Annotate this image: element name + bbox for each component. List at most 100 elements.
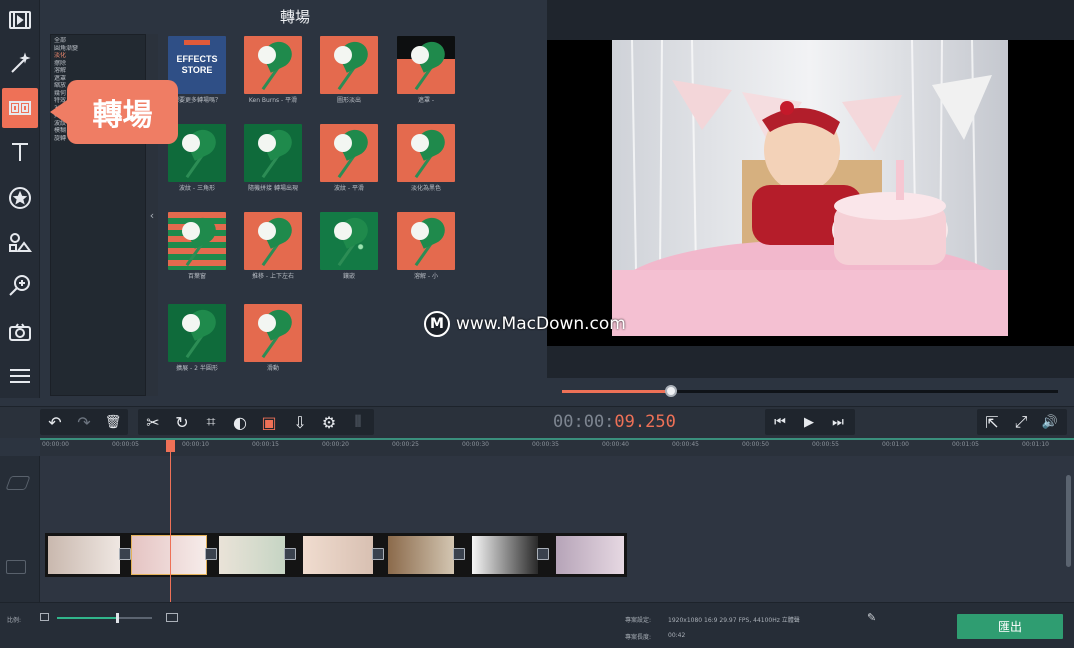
stickers-button[interactable] [2, 178, 38, 218]
next-button[interactable]: ⏭ [825, 411, 851, 433]
transition-tile[interactable] [244, 212, 302, 270]
film-import-icon [9, 11, 31, 29]
tile-flower [411, 222, 429, 240]
transition-slot-icon[interactable] [372, 548, 384, 560]
volume-button[interactable]: 🔊 [1037, 411, 1063, 433]
transition-label: 隨機拼接 轉場出現 [248, 185, 298, 192]
ruler-tick-label: 00:00:55 [812, 441, 839, 448]
video-track-icon[interactable] [6, 560, 26, 574]
video-clip[interactable] [388, 536, 454, 574]
transition-slot-icon[interactable] [284, 548, 296, 560]
crop-button[interactable]: ⌗ [198, 411, 224, 433]
bottom-bar [0, 602, 1074, 648]
video-clip[interactable] [303, 536, 373, 574]
transition-label: 溶解 - 小 [414, 273, 438, 280]
category-item[interactable]: 溶解 [51, 67, 145, 75]
overlay-track-icon[interactable] [5, 476, 31, 490]
transition-tile[interactable] [244, 36, 302, 94]
video-clip[interactable] [48, 536, 120, 574]
tile-flower [258, 314, 276, 332]
previous-button[interactable]: ⏮ [767, 411, 793, 433]
titles-button[interactable] [2, 132, 38, 172]
transition-tile[interactable] [244, 304, 302, 362]
scale-label: 比例: [7, 617, 22, 624]
category-item[interactable]: 擦除 [51, 60, 145, 68]
import-button[interactable] [2, 0, 38, 40]
zoom-out-icon[interactable] [40, 613, 49, 621]
tile-flower [258, 222, 276, 240]
capture-button[interactable] [2, 312, 38, 352]
edit-settings-icon[interactable]: ✎ [867, 611, 876, 624]
preview-scrub-fill [562, 390, 672, 393]
transitions-button[interactable] [2, 88, 38, 128]
export-button[interactable]: 匯出 [957, 614, 1063, 639]
cut-button[interactable]: ✂ [140, 411, 166, 433]
transition-tile[interactable] [320, 36, 378, 94]
video-clip[interactable] [219, 536, 285, 574]
transition-tile[interactable] [397, 212, 455, 270]
project-settings-value: 1920x1080 16:9 29.97 FPS, 44100Hz 立體聲 [668, 617, 800, 624]
transition-tile[interactable] [320, 124, 378, 182]
tile-flower [334, 222, 352, 240]
settings-button[interactable]: ⚙ [316, 411, 342, 433]
project-duration-label: 專案長度: [625, 634, 652, 641]
fullscreen-button[interactable]: ⤢ [1008, 411, 1034, 433]
ruler-tick-label: 00:01:10 [1022, 441, 1049, 448]
undo-button[interactable]: ↶ [42, 411, 68, 433]
shapes-icon [9, 233, 32, 252]
transition-slot-icon[interactable] [119, 548, 131, 560]
category-item[interactable]: 淡化 [51, 52, 145, 60]
category-item[interactable]: 圓角漸變 [51, 45, 145, 53]
transition-label: 推移 - 上下左右 [252, 273, 294, 280]
tile-flower [334, 46, 352, 64]
video-editor-window: 轉場 全部 圓角漸變 淡化 擦除 溶解 遮罩 縮放 幾何 特效 3D 其他 波紋 模糊 旋轉 ‹ EFFE… [0, 0, 1074, 648]
clip-thumbnail [303, 536, 373, 574]
preview-scrub-handle[interactable] [665, 385, 678, 397]
category-item[interactable]: 全部 [51, 37, 145, 45]
ruler-tick-label: 00:00:15 [252, 441, 279, 448]
ruler-tick-label: 00:00:20 [322, 441, 349, 448]
transition-slot-icon[interactable] [453, 548, 465, 560]
transition-tile[interactable] [320, 212, 378, 270]
color-adjust-button[interactable]: ◐ [227, 411, 253, 433]
play-button[interactable]: ▶ [796, 411, 822, 433]
timecode-elapsed-prefix: 00:00: [553, 412, 615, 432]
transition-tile[interactable] [244, 124, 302, 182]
video-clip[interactable] [556, 536, 624, 574]
more-button[interactable] [2, 356, 38, 396]
levels-button[interactable]: ⦀ [345, 411, 371, 433]
zoom-button[interactable] [2, 266, 38, 306]
ruler-tick-label: 00:00:00 [42, 441, 69, 448]
redo-button[interactable]: ↷ [71, 411, 97, 433]
video-clip[interactable] [131, 535, 207, 575]
transition-tile[interactable] [397, 36, 455, 94]
text-t-icon [12, 143, 28, 161]
filters-button[interactable] [2, 44, 38, 84]
track-headers [0, 456, 40, 602]
zoom-in-small-icon[interactable] [166, 613, 178, 622]
delete-button[interactable]: 🗑 [100, 411, 126, 433]
left-toolbar [0, 0, 40, 398]
tile-flower [334, 134, 352, 152]
rotate-button[interactable]: ↻ [169, 411, 195, 433]
transition-slot-icon[interactable] [205, 548, 217, 560]
transition-tile[interactable] [397, 124, 455, 182]
transition-slot-icon[interactable] [537, 548, 549, 560]
clip-properties-button[interactable]: ▣ [256, 411, 282, 433]
clip-thumbnail [219, 536, 285, 574]
audio-button[interactable]: ⇩ [287, 411, 313, 433]
playhead-handle[interactable] [166, 440, 175, 452]
transition-label: 圖形淡出 [336, 97, 361, 104]
ruler-tick-label: 00:00:30 [462, 441, 489, 448]
video-clip[interactable] [472, 536, 538, 574]
zoom-slider-handle[interactable] [115, 613, 119, 623]
popout-button[interactable]: ⇱ [979, 411, 1005, 433]
project-settings-label: 專案設定: [625, 617, 652, 624]
timeline-scrollbar[interactable] [1066, 475, 1071, 567]
magic-wand-icon [11, 52, 31, 73]
baby-birthday-photo [612, 40, 1008, 336]
transition-tile[interactable] [168, 304, 226, 362]
menu-lines-icon [10, 369, 30, 383]
shapes-button[interactable] [2, 222, 38, 262]
transition-tile[interactable] [168, 212, 226, 270]
